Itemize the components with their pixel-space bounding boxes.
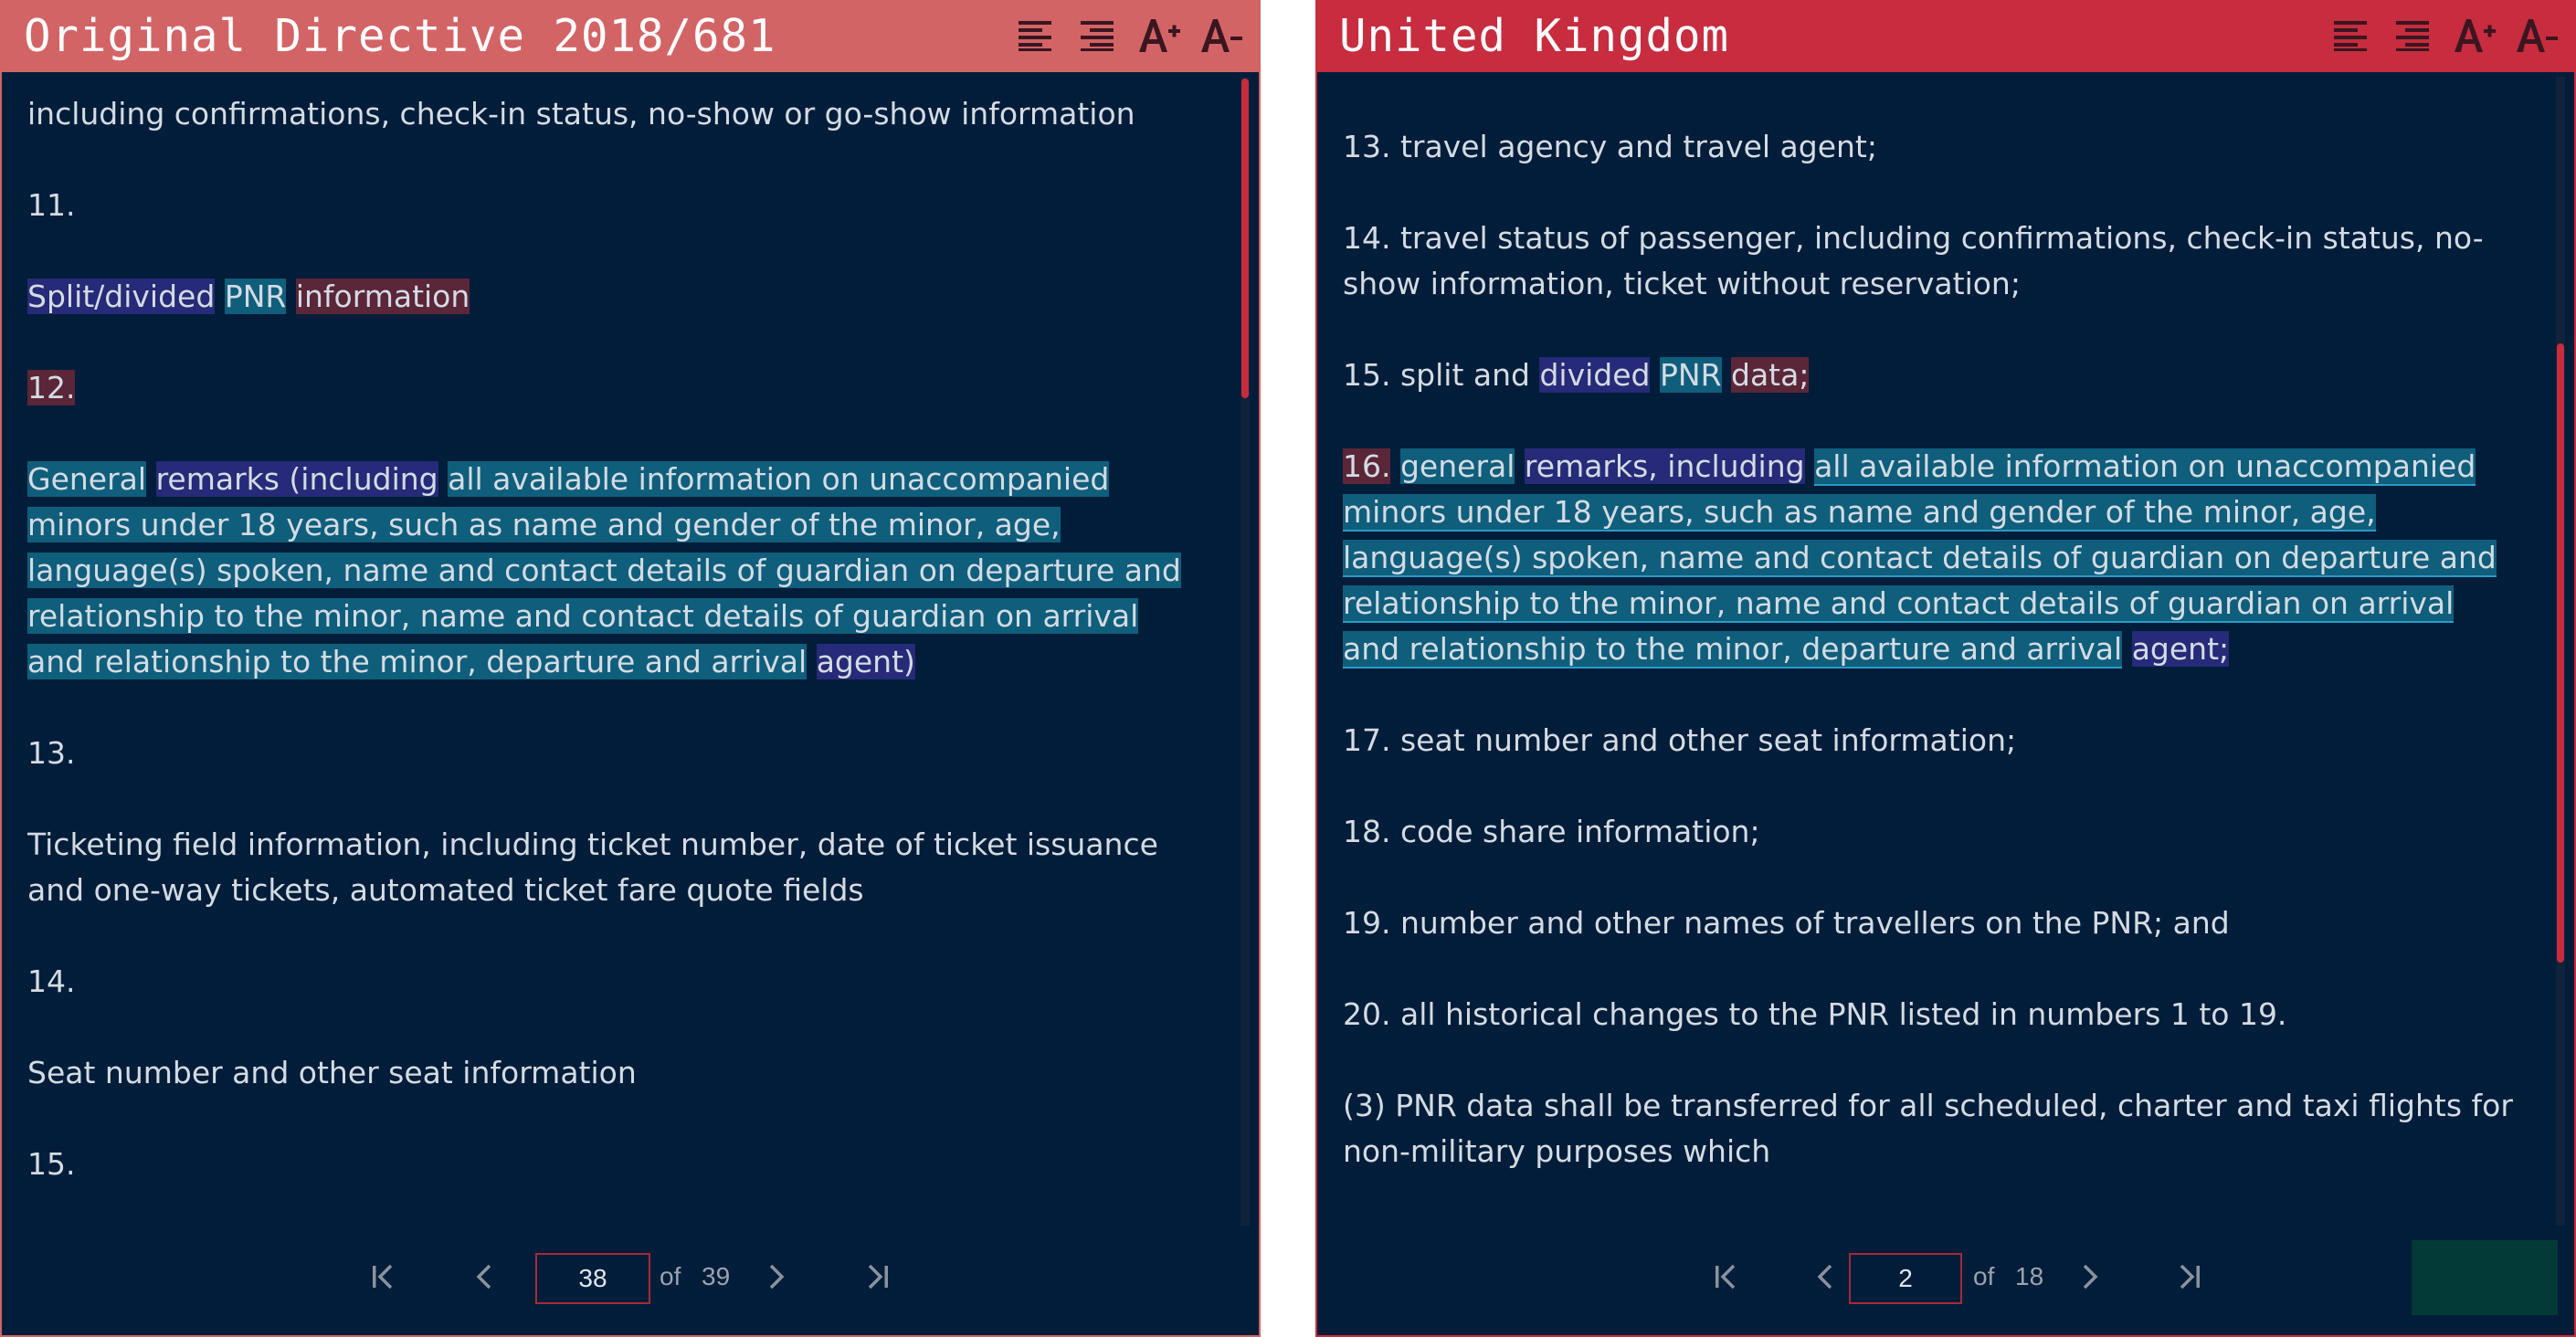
previous-page-icon[interactable] bbox=[1798, 1249, 1853, 1304]
first-page-icon[interactable] bbox=[356, 1249, 411, 1304]
highlight-span[interactable]: remarks (including bbox=[155, 461, 438, 497]
first-page-icon[interactable] bbox=[1699, 1249, 1754, 1304]
last-page-icon[interactable] bbox=[850, 1249, 904, 1304]
paragraph-number: 11. bbox=[27, 187, 76, 223]
highlight-span[interactable]: information bbox=[295, 279, 470, 314]
pagination: of 18 bbox=[1317, 1226, 2574, 1335]
total-pages: 39 bbox=[702, 1262, 731, 1290]
previous-page-icon[interactable] bbox=[457, 1249, 512, 1304]
pagination: of 39 bbox=[2, 1226, 1259, 1335]
next-page-icon[interactable] bbox=[749, 1249, 804, 1304]
action-panel[interactable] bbox=[2412, 1240, 2558, 1315]
font-decrease-icon[interactable] bbox=[2514, 13, 2560, 58]
paragraph: 20. all historical changes to the PNR li… bbox=[1343, 996, 2287, 1032]
font-decrease-icon[interactable] bbox=[1198, 13, 1244, 58]
toolbar bbox=[1012, 13, 1244, 58]
paragraph: including confirmations, check-in status… bbox=[27, 96, 1135, 132]
page-number-input[interactable] bbox=[535, 1253, 650, 1304]
total-pages: 18 bbox=[2015, 1262, 2044, 1290]
paragraph: Ticketing field information, including t… bbox=[27, 826, 1158, 908]
paragraph: 13. travel agency and travel agent; bbox=[1343, 129, 1877, 164]
toolbar bbox=[2328, 13, 2560, 58]
paragraph: Split/divided PNR information bbox=[27, 274, 1204, 320]
paragraph: General remarks (including all available… bbox=[27, 457, 1204, 685]
paragraph: (3) PNR data shall be transferred for al… bbox=[1343, 1088, 2513, 1169]
font-increase-icon[interactable] bbox=[1136, 13, 1182, 58]
highlight-span[interactable]: general bbox=[1399, 448, 1515, 484]
highlight-span[interactable]: 16. bbox=[1343, 448, 1391, 484]
last-page-icon[interactable] bbox=[2161, 1249, 2216, 1304]
scrollbar-thumb[interactable] bbox=[1241, 79, 1249, 398]
paragraph: 14. travel status of passenger, includin… bbox=[1343, 220, 2484, 301]
highlight-span[interactable]: PNR bbox=[224, 279, 287, 314]
align-left-icon[interactable] bbox=[1012, 13, 1058, 58]
paragraph-number: 15. bbox=[27, 1146, 76, 1182]
align-right-icon[interactable] bbox=[2390, 13, 2435, 58]
original-directive-panel: Original Directive 2018/681 including co… bbox=[0, 0, 1261, 1337]
paragraph-number: 12. bbox=[27, 365, 1204, 411]
scrollbar[interactable] bbox=[2556, 77, 2565, 1226]
panel-title: Original Directive 2018/681 bbox=[24, 10, 776, 62]
align-right-icon[interactable] bbox=[1074, 13, 1120, 58]
paragraph: 18. code share information; bbox=[1343, 814, 1760, 849]
highlight-span[interactable]: all available information on unaccompani… bbox=[1343, 448, 2497, 668]
paragraph-number: 14. bbox=[27, 963, 76, 999]
panel-title: United Kingdom bbox=[1339, 10, 1730, 62]
highlight-span[interactable]: agent; bbox=[2131, 631, 2230, 667]
next-page-icon[interactable] bbox=[2063, 1249, 2117, 1304]
paragraph: 17. seat number and other seat informati… bbox=[1343, 722, 2017, 758]
page-number-input[interactable] bbox=[1849, 1253, 1962, 1304]
scrollbar-thumb[interactable] bbox=[2557, 343, 2564, 963]
panel-header: United Kingdom bbox=[1317, 0, 2574, 72]
font-increase-icon[interactable] bbox=[2452, 13, 2497, 58]
align-left-icon[interactable] bbox=[2328, 13, 2373, 58]
scrollbar[interactable] bbox=[1240, 77, 1250, 1226]
highlight-span[interactable]: divided bbox=[1539, 357, 1651, 393]
paragraph: 19. number and other names of travellers… bbox=[1343, 905, 2230, 941]
of-label: of bbox=[1973, 1262, 1995, 1290]
paragraph-number: 13. bbox=[27, 735, 76, 771]
document-text: including confirmations, check-in status… bbox=[27, 91, 1204, 1216]
highlight-span[interactable]: Split/divided bbox=[27, 279, 216, 314]
highlight-span[interactable]: 12. bbox=[27, 370, 76, 405]
paragraph: 16. general remarks, including all avail… bbox=[1343, 444, 2519, 672]
highlight-span[interactable]: agent) bbox=[816, 644, 915, 679]
document-text: 13. travel agency and travel agent; 14. … bbox=[1343, 124, 2519, 1216]
highlight-span[interactable]: remarks, including bbox=[1524, 448, 1805, 484]
paragraph-text: 15. split and bbox=[1343, 357, 1530, 393]
paragraph: 15. split and divided PNR data; bbox=[1343, 353, 2519, 398]
panel-header: Original Directive 2018/681 bbox=[2, 0, 1259, 72]
of-label: of bbox=[660, 1262, 681, 1290]
highlight-span[interactable]: PNR bbox=[1659, 357, 1722, 393]
highlight-span[interactable]: General bbox=[27, 461, 147, 497]
paragraph: Seat number and other seat information bbox=[27, 1055, 637, 1090]
highlight-span[interactable]: data; bbox=[1731, 357, 1810, 393]
united-kingdom-panel: United Kingdom 13. travel agency and tra… bbox=[1315, 0, 2576, 1337]
